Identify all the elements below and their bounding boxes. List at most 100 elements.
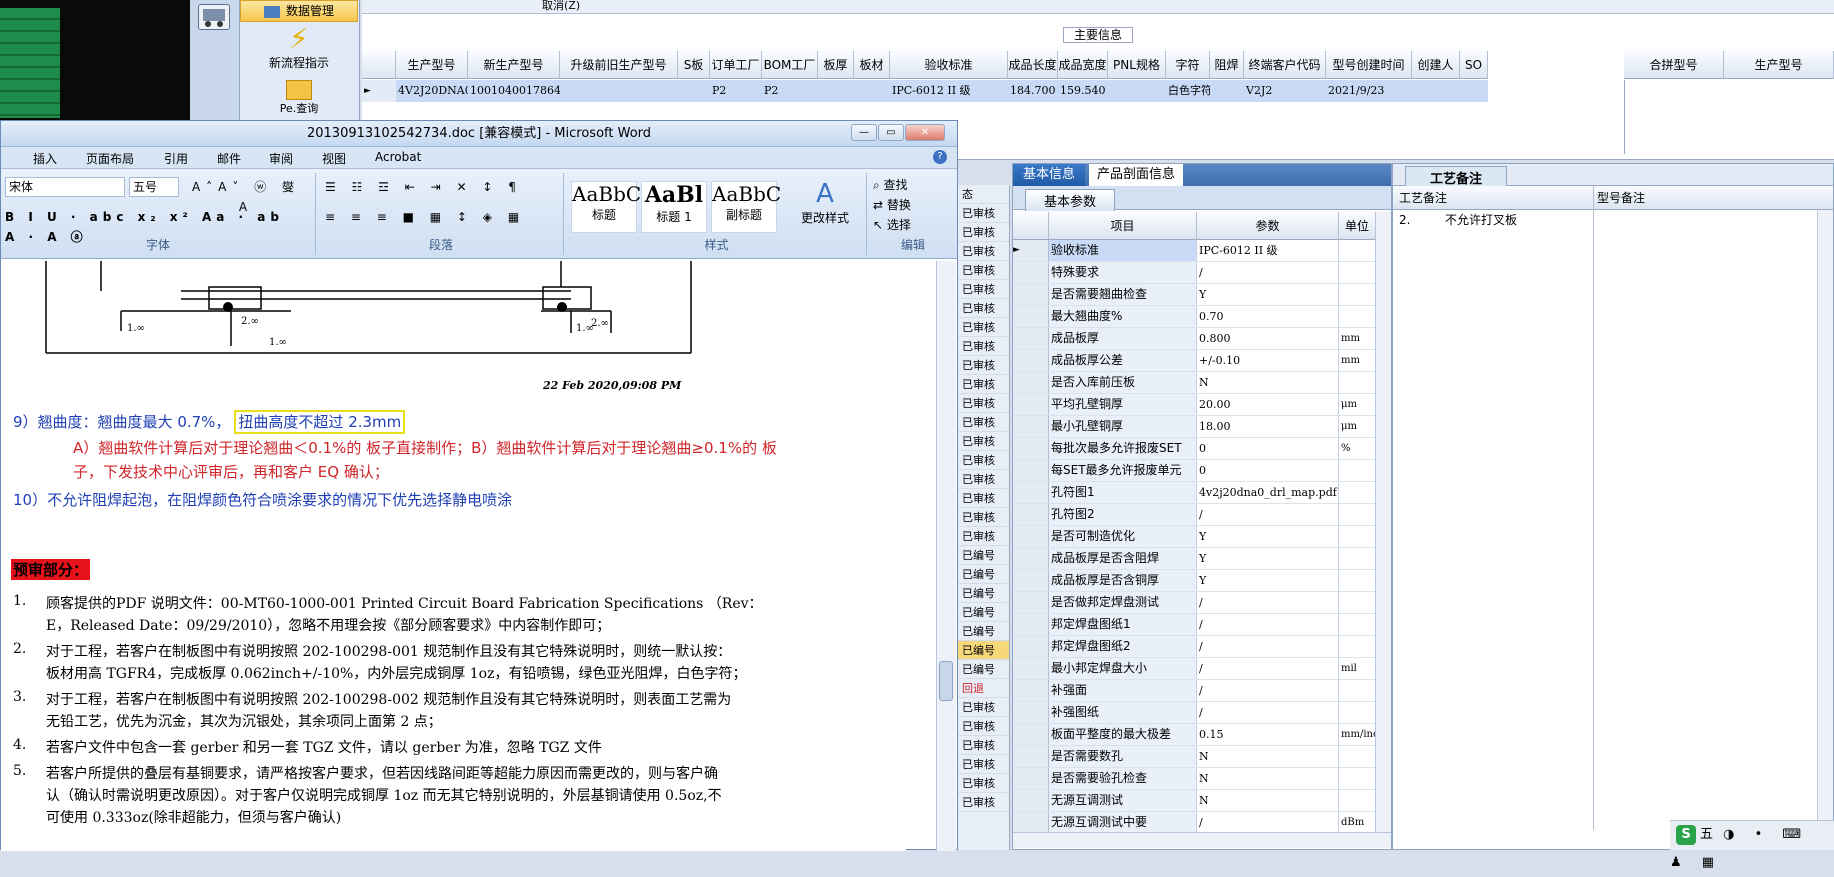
param-row[interactable]: 补强图纸 / bbox=[1013, 702, 1375, 724]
tab-mailings[interactable]: 邮件 bbox=[217, 150, 241, 167]
tab-references[interactable]: 引用 bbox=[164, 150, 188, 167]
select-button[interactable]: ↖ 选择 bbox=[873, 215, 953, 235]
tab-profile-info[interactable]: 产品剖面信息 bbox=[1089, 164, 1184, 186]
params-hscrollbar[interactable] bbox=[1013, 832, 1391, 848]
param-row[interactable]: ► 验收标准 IPC-6012 II 级 bbox=[1013, 240, 1375, 262]
status-cell[interactable]: 已编号 bbox=[958, 546, 1009, 565]
param-value[interactable]: 0 bbox=[1197, 460, 1339, 481]
param-value[interactable]: 0.70 bbox=[1197, 306, 1339, 327]
param-value[interactable]: 18.00 bbox=[1197, 416, 1339, 437]
grid-col-header[interactable]: 阻焊 bbox=[1210, 51, 1244, 79]
find-button[interactable]: ⌕ 查找 bbox=[873, 175, 953, 195]
list-buttons[interactable]: ☰ ☷ ☲ ⇤ ⇥ ✕ ↕ ¶ bbox=[325, 177, 557, 197]
param-value[interactable]: 0 bbox=[1197, 438, 1339, 459]
sogou-icon[interactable]: S bbox=[1676, 825, 1696, 845]
tab-review[interactable]: 审阅 bbox=[269, 150, 293, 167]
param-row[interactable]: 是否需要数孔 N bbox=[1013, 746, 1375, 768]
param-row[interactable]: 邦定焊盘图纸2/ bbox=[1013, 636, 1375, 658]
grid-col-header[interactable]: 成品长度 bbox=[1008, 51, 1058, 79]
grid-col-header[interactable]: 新生产型号 bbox=[468, 51, 560, 79]
style-heading1[interactable]: AaBl 标题 1 bbox=[641, 181, 707, 233]
status-cell[interactable]: 已审核 bbox=[958, 204, 1009, 223]
tab-view[interactable]: 视图 bbox=[322, 150, 346, 167]
minimize-icon[interactable]: — bbox=[851, 124, 877, 141]
status-cell[interactable]: 已审核 bbox=[958, 489, 1009, 508]
maximize-icon[interactable]: ▭ bbox=[878, 124, 904, 141]
grid-col-header[interactable]: 终端客户代码 bbox=[1244, 51, 1326, 79]
tab-basic-info[interactable]: 基本信息 bbox=[1013, 164, 1086, 186]
param-value[interactable]: / bbox=[1197, 614, 1339, 635]
status-cell[interactable]: 已审核 bbox=[958, 280, 1009, 299]
status-cell[interactable]: 已审核 bbox=[958, 261, 1009, 280]
cancel-button[interactable]: 取消(Z) bbox=[542, 0, 580, 13]
param-row[interactable]: 是否需要验孔检查 N bbox=[1013, 768, 1375, 790]
status-cell[interactable]: 已审核 bbox=[958, 774, 1009, 793]
param-value[interactable]: / bbox=[1197, 592, 1339, 613]
document-scrollbar[interactable] bbox=[936, 261, 956, 851]
param-value[interactable]: N bbox=[1197, 746, 1339, 767]
status-cell[interactable]: 已审核 bbox=[958, 375, 1009, 394]
status-cell[interactable]: 已审核 bbox=[958, 451, 1009, 470]
status-cell[interactable]: 已审核 bbox=[958, 736, 1009, 755]
align-buttons[interactable]: ≡ ≡ ≡ ■ ▦ ↕ ◈ ▦ bbox=[325, 207, 557, 227]
status-cell[interactable]: 已审核 bbox=[958, 242, 1009, 261]
param-row[interactable]: 无源互调测试中要 / dBm bbox=[1013, 812, 1375, 834]
param-value[interactable]: / bbox=[1197, 658, 1339, 679]
param-row[interactable]: 成品板厚是否含铜厚 Y bbox=[1013, 570, 1375, 592]
grid-col-header[interactable]: S板 bbox=[678, 51, 710, 79]
param-value[interactable]: / bbox=[1197, 636, 1339, 657]
param-value[interactable]: 0.15 bbox=[1197, 724, 1339, 745]
tab-acrobat[interactable]: Acrobat bbox=[375, 150, 421, 164]
main-grid-row[interactable]: ► 4V2J20DNA0 10010400178642 P2 P2 IPC-6012 II… bbox=[362, 80, 1624, 102]
status-cell[interactable]: 已审核 bbox=[958, 318, 1009, 337]
status-cell[interactable]: 态 bbox=[958, 185, 1009, 204]
status-cell[interactable]: 已审核 bbox=[958, 508, 1009, 527]
param-row[interactable]: 是否需要翘曲检查 Y bbox=[1013, 284, 1375, 306]
menu-data-manage[interactable]: 数据管理 bbox=[240, 0, 358, 22]
menu-query[interactable]: Pe.查询 bbox=[240, 80, 358, 116]
status-cell[interactable]: 已编号 bbox=[958, 565, 1009, 584]
machine-icon[interactable] bbox=[198, 4, 230, 30]
param-value[interactable]: / bbox=[1197, 680, 1339, 701]
grid-col-header[interactable]: BOM工厂 bbox=[762, 51, 818, 79]
param-row[interactable]: 成品板厚公差 +/-0.10 mm bbox=[1013, 350, 1375, 372]
grid-col-header[interactable]: 生产型号 bbox=[396, 51, 468, 79]
format-buttons[interactable]: B I U · abc x₂ x² Aa · ab A · A ⓐ bbox=[5, 207, 305, 244]
change-styles-button[interactable]: A 更改样式 bbox=[789, 177, 861, 237]
status-cell[interactable]: 已编号 bbox=[958, 641, 1009, 660]
style-subtitle[interactable]: AaBbC 副标题 bbox=[711, 181, 781, 233]
status-cell[interactable]: 已审核 bbox=[958, 527, 1009, 546]
param-row[interactable]: 平均孔壁铜厚 20.00 μm bbox=[1013, 394, 1375, 416]
param-row[interactable]: 最小邦定焊盘大小 / mil bbox=[1013, 658, 1375, 680]
param-row[interactable]: 成品板厚是否含阻焊 Y bbox=[1013, 548, 1375, 570]
grid-col-header[interactable]: 板材 bbox=[854, 51, 890, 79]
grid-col-header[interactable]: 型号创建时间 bbox=[1326, 51, 1412, 79]
close-icon[interactable]: ✕ bbox=[905, 124, 945, 141]
param-row[interactable]: 每SET最多允许报废单元 0 bbox=[1013, 460, 1375, 482]
font-name-combo[interactable]: 宋体 bbox=[5, 177, 125, 197]
status-cell[interactable]: 已编号 bbox=[958, 660, 1009, 679]
status-cell[interactable]: 已审核 bbox=[958, 337, 1009, 356]
param-row[interactable]: 是否入库前压板 N bbox=[1013, 372, 1375, 394]
font-size-combo[interactable]: 五号 bbox=[129, 177, 179, 197]
grid-col-header[interactable]: 成品宽度 bbox=[1058, 51, 1108, 79]
param-row[interactable]: 成品板厚 0.800 mm bbox=[1013, 328, 1375, 350]
status-cell[interactable]: 已编号 bbox=[958, 584, 1009, 603]
param-value[interactable]: / bbox=[1197, 504, 1339, 525]
param-value[interactable]: IPC-6012 II 级 bbox=[1197, 240, 1339, 261]
param-value[interactable]: Y bbox=[1197, 548, 1339, 569]
param-row[interactable]: 最大翘曲度% 0.70 bbox=[1013, 306, 1375, 328]
replace-button[interactable]: ⇄ 替换 bbox=[873, 195, 953, 215]
param-value[interactable]: 4v2j20dna0_drl_map.pdf bbox=[1197, 482, 1339, 503]
param-row[interactable]: 孔符图1 4v2j20dna0_drl_map.pdf bbox=[1013, 482, 1375, 504]
ime-mode[interactable]: 五 bbox=[1700, 827, 1713, 842]
status-cell[interactable]: 已审核 bbox=[958, 432, 1009, 451]
grid-col-header[interactable]: 升级前旧生产型号 bbox=[560, 51, 678, 79]
status-cell[interactable]: 已审核 bbox=[958, 717, 1009, 736]
status-cell[interactable]: 已审核 bbox=[958, 698, 1009, 717]
param-value[interactable]: N bbox=[1197, 768, 1339, 789]
merge-col-header[interactable]: 合拼型号 bbox=[1624, 51, 1724, 79]
style-title[interactable]: AaBbC 标题 bbox=[571, 181, 641, 233]
grid-col-header[interactable]: 字符 bbox=[1166, 51, 1210, 79]
grid-col-header[interactable]: 板厚 bbox=[818, 51, 854, 79]
